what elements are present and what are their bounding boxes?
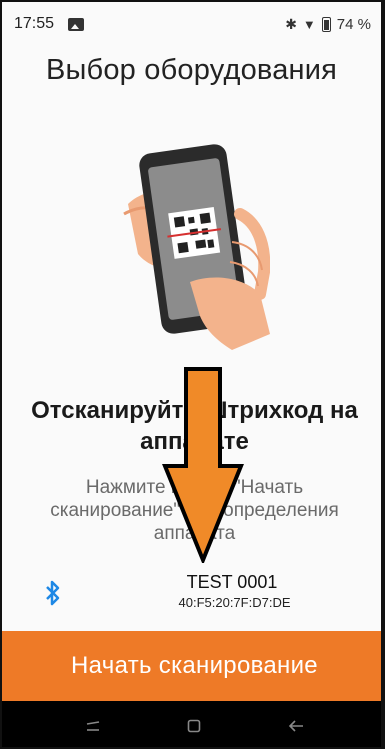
status-right: ✱ ▼ 74 %: [285, 16, 371, 33]
battery-percent: 74 %: [336, 15, 371, 33]
recents-icon[interactable]: [78, 711, 108, 741]
status-time: 17:55: [14, 15, 55, 32]
phone-scanning-qr-icon: [123, 144, 270, 350]
start-scan-button[interactable]: Начать сканирование: [2, 631, 381, 701]
status-bar: 17:55 ✱ ▼ 74 %: [2, 2, 381, 46]
page-title: Выбор оборудования: [45, 54, 338, 86]
device-name: TEST 0001: [186, 572, 278, 592]
navigation-bar: [2, 701, 381, 747]
device-mac-address: 40:F5:20:7F:D7:DE: [178, 595, 291, 610]
wifi-icon: ▼: [302, 16, 316, 32]
bluetooth-icon: [46, 580, 60, 606]
device-list-item[interactable]: TEST 0001 40:F5:20:7F:D7:DE: [2, 568, 381, 618]
battery-icon: [321, 16, 331, 32]
status-left: 17:55: [14, 15, 85, 33]
back-icon[interactable]: [281, 711, 311, 741]
app-screen: 17:55 ✱ ▼ 74 % Выбор оборудования Отскан…: [0, 0, 385, 749]
gallery-icon: [68, 17, 85, 31]
instruction-description: Нажмите кнопку "Начать сканирование" для…: [50, 477, 339, 544]
bluetooth-status-icon: ✱: [285, 15, 297, 32]
instruction-heading: Отсканируйте Штрихкод на аппарате: [31, 397, 358, 455]
home-icon[interactable]: [179, 711, 209, 741]
